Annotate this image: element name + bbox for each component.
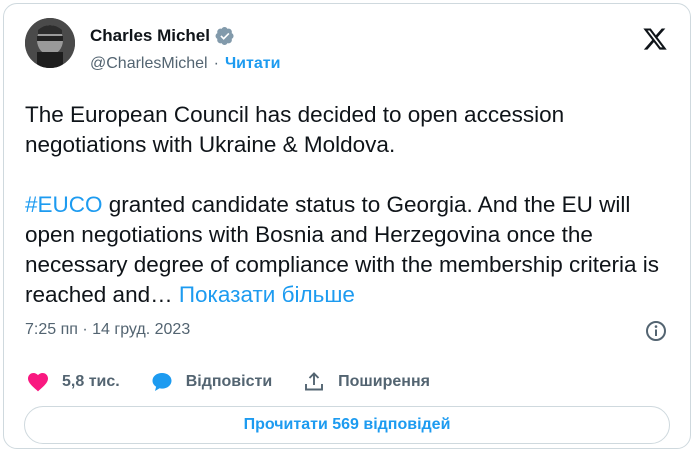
tweet-paragraph-1: The European Council has decided to open…: [25, 102, 565, 157]
tweet-card: Charles Michel @CharlesMichel · Читати T…: [3, 3, 691, 449]
speech-bubble-icon: [152, 373, 172, 391]
share-upload-icon: [305, 372, 324, 391]
like-count: 5,8 тис.: [62, 373, 120, 390]
show-more-link[interactable]: Показати більше: [179, 282, 355, 307]
share-button[interactable]: Поширення: [302, 370, 430, 394]
heart-icon: [28, 373, 48, 392]
x-logo-icon[interactable]: [642, 26, 668, 52]
verified-badge-icon: [215, 26, 235, 46]
separator-dot: ·: [213, 55, 219, 72]
author-handle[interactable]: @CharlesMichel: [90, 55, 208, 73]
author-name[interactable]: Charles Michel: [90, 26, 210, 46]
share-label: Поширення: [338, 373, 430, 390]
avatar[interactable]: [25, 18, 75, 68]
hashtag-link[interactable]: #EUCO: [25, 192, 103, 217]
reply-label: Відповісти: [185, 373, 273, 390]
tweet-paragraph-2: #EUCO granted candidate status to Georgi…: [25, 190, 675, 310]
like-button[interactable]: 5,8 тис.: [26, 370, 120, 394]
info-icon[interactable]: [644, 319, 668, 343]
tweet-text: The European Council has decided to open…: [25, 100, 675, 310]
read-replies-button[interactable]: Прочитати 569 відповідей: [24, 406, 670, 444]
follow-button[interactable]: Читати: [225, 55, 280, 73]
tweet-timestamp[interactable]: 7:25 пп · 14 груд. 2023: [25, 321, 190, 339]
reply-button[interactable]: Відповісти: [150, 370, 272, 394]
